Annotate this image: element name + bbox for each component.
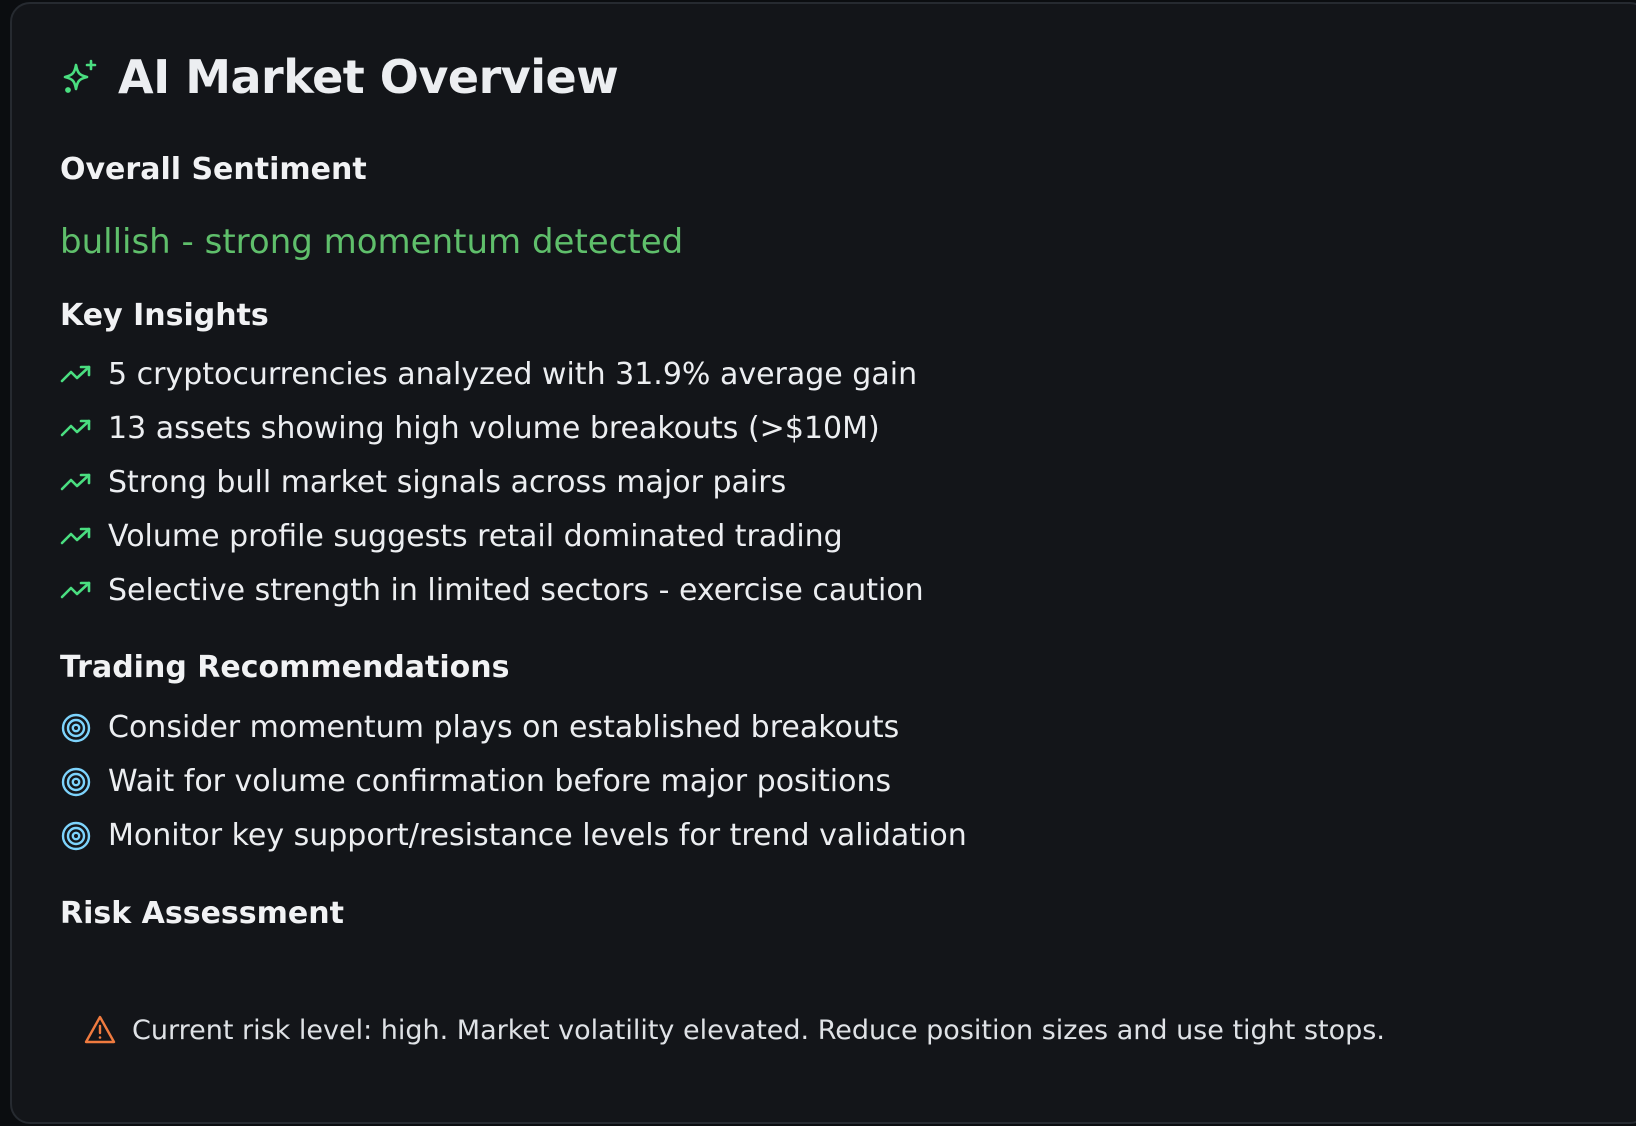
trending-up-icon (60, 359, 92, 391)
market-overview-card: AI Market Overview Overall Sentiment bul… (10, 2, 1636, 1124)
recommendation-text: Monitor key support/resistance levels fo… (108, 818, 967, 853)
insight-item: 13 assets showing high volume breakouts … (60, 411, 880, 446)
insight-item: Strong bull market signals across major … (60, 465, 786, 500)
key-insights-heading: Key Insights (60, 298, 269, 333)
insight-item: Volume profile suggests retail dominated… (60, 519, 843, 554)
sentiment-value: bullish - strong momentum detected (60, 222, 684, 262)
recommendation-text: Consider momentum plays on established b… (108, 710, 900, 745)
insight-text: 5 cryptocurrencies analyzed with 31.9% a… (108, 357, 918, 392)
recommendation-item: Monitor key support/resistance levels fo… (60, 818, 967, 853)
risk-text: Current risk level: high. Market volatil… (132, 1014, 1385, 1046)
insight-text: 13 assets showing high volume breakouts … (108, 411, 880, 446)
risk-assessment-heading: Risk Assessment (60, 896, 344, 931)
recommendation-text: Wait for volume confirmation before majo… (108, 764, 892, 799)
recommendation-item: Consider momentum plays on established b… (60, 710, 899, 745)
risk-callout: Current risk level: high. Market volatil… (84, 1014, 1385, 1046)
overall-sentiment-heading: Overall Sentiment (60, 152, 367, 187)
trending-up-icon (60, 413, 92, 445)
insight-text: Strong bull market signals across major … (108, 465, 787, 500)
trending-up-icon (60, 467, 92, 499)
target-icon (60, 712, 92, 744)
insight-item: Selective strength in limited sectors - … (60, 573, 924, 608)
trending-up-icon (60, 521, 92, 553)
card-header: AI Market Overview (60, 50, 619, 104)
trading-recommendations-heading: Trading Recommendations (60, 650, 510, 685)
sparkles-icon (60, 57, 100, 97)
warning-icon (84, 1014, 116, 1046)
recommendation-item: Wait for volume confirmation before majo… (60, 764, 891, 799)
page-title: AI Market Overview (118, 50, 619, 104)
insight-text: Selective strength in limited sectors - … (108, 573, 924, 608)
trending-up-icon (60, 575, 92, 607)
insight-text: Volume profile suggests retail dominated… (108, 519, 843, 554)
target-icon (60, 766, 92, 798)
insight-item: 5 cryptocurrencies analyzed with 31.9% a… (60, 357, 917, 392)
target-icon (60, 820, 92, 852)
